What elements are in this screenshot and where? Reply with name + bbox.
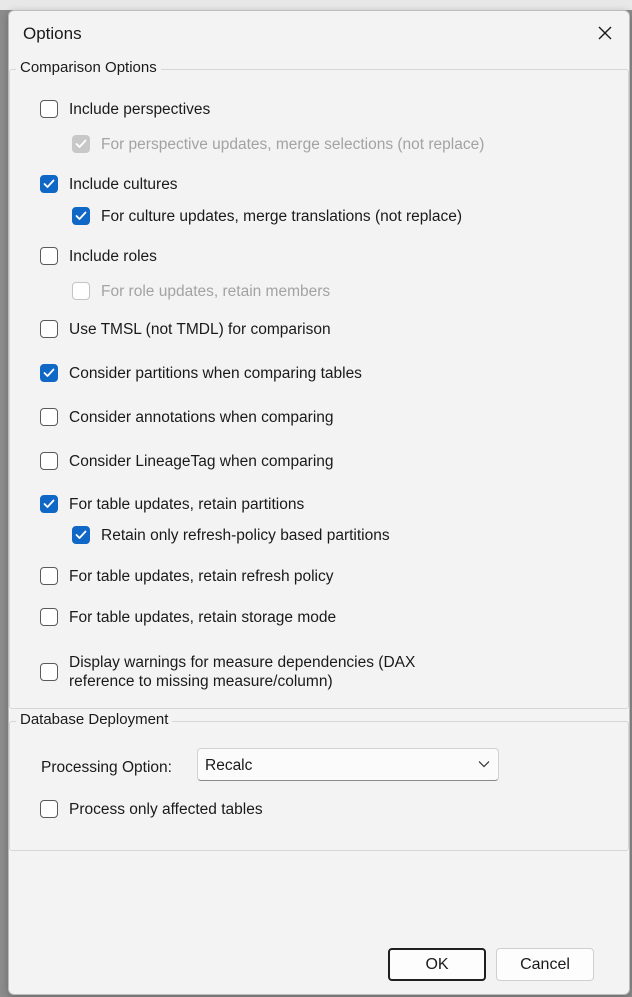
role-retain-members-checkbox: For role updates, retain members <box>72 282 330 301</box>
comparison-options-label: Comparison Options <box>16 59 161 76</box>
checkbox-box[interactable] <box>40 452 58 470</box>
include-cultures-checkbox[interactable]: Include cultures <box>40 175 178 194</box>
retain-refresh-policy-checkbox[interactable]: For table updates, retain refresh policy <box>40 567 334 586</box>
close-icon <box>598 26 612 40</box>
culture-merge-translations-checkbox[interactable]: For culture updates, merge translations … <box>72 207 462 226</box>
checkbox-box[interactable] <box>72 526 90 544</box>
checkbox-box[interactable] <box>40 408 58 426</box>
retain-refresh-policy-partitions-label: Retain only refresh-policy based partiti… <box>101 527 390 544</box>
checkbox-box <box>72 282 90 300</box>
checkbox-box[interactable] <box>40 567 58 585</box>
retain-partitions-label: For table updates, retain partitions <box>69 496 305 513</box>
dialog-title: Options <box>23 24 82 43</box>
consider-partitions-checkbox[interactable]: Consider partitions when comparing table… <box>40 364 362 383</box>
checkbox-box <box>72 135 90 153</box>
checkbox-box[interactable] <box>40 175 58 193</box>
checkmark-icon <box>75 530 87 539</box>
checkmark-icon <box>75 139 87 148</box>
include-cultures-label: Include cultures <box>69 176 178 193</box>
checkmark-icon <box>43 179 55 188</box>
checkbox-box[interactable] <box>72 207 90 225</box>
retain-refresh-policy-partitions-checkbox[interactable]: Retain only refresh-policy based partiti… <box>72 526 390 545</box>
consider-annotations-checkbox[interactable]: Consider annotations when comparing <box>40 408 334 427</box>
processing-option-label: Processing Option: <box>41 759 172 776</box>
checkbox-box[interactable] <box>40 608 58 626</box>
processing-option-select[interactable]: Recalc <box>197 748 499 781</box>
checkbox-box[interactable] <box>40 320 58 338</box>
consider-annotations-label: Consider annotations when comparing <box>69 409 334 426</box>
perspective-merge-selections-checkbox: For perspective updates, merge selection… <box>72 135 484 154</box>
consider-lineagetag-checkbox[interactable]: Consider LineageTag when comparing <box>40 452 334 471</box>
title-bar: Options <box>9 11 629 55</box>
retain-refresh-policy-label: For table updates, retain refresh policy <box>69 568 334 585</box>
include-roles-label: Include roles <box>69 248 157 265</box>
display-measure-warnings-label: Display warnings for measure dependencie… <box>69 654 416 690</box>
consider-lineagetag-label: Consider LineageTag when comparing <box>69 453 334 470</box>
checkbox-box[interactable] <box>40 364 58 382</box>
background-window <box>0 0 632 10</box>
checkbox-box[interactable] <box>40 663 58 681</box>
database-deployment-label: Database Deployment <box>16 711 173 728</box>
process-affected-tables-label: Process only affected tables <box>69 801 263 818</box>
chevron-down-icon <box>478 761 490 768</box>
checkbox-box[interactable] <box>40 100 58 118</box>
process-affected-tables-checkbox[interactable]: Process only affected tables <box>40 800 263 819</box>
use-tmsl-label: Use TMSL (not TMDL) for comparison <box>69 321 331 338</box>
include-perspectives-checkbox[interactable]: Include perspectives <box>40 100 210 119</box>
checkmark-icon <box>43 499 55 508</box>
checkmark-icon <box>75 211 87 220</box>
retain-partitions-checkbox[interactable]: For table updates, retain partitions <box>40 495 304 514</box>
role-retain-members-label: For role updates, retain members <box>101 283 331 300</box>
checkmark-icon <box>43 368 55 377</box>
cancel-button[interactable]: Cancel <box>496 948 594 981</box>
perspective-merge-selections-label: For perspective updates, merge selection… <box>101 136 485 153</box>
display-measure-warnings-checkbox[interactable]: Display warnings for measure dependencie… <box>40 653 415 691</box>
retain-storage-mode-checkbox[interactable]: For table updates, retain storage mode <box>40 608 336 627</box>
checkbox-box[interactable] <box>40 495 58 513</box>
checkbox-box[interactable] <box>40 247 58 265</box>
processing-option-value: Recalc <box>205 757 253 774</box>
retain-storage-mode-label: For table updates, retain storage mode <box>69 609 337 626</box>
checkbox-box[interactable] <box>40 800 58 818</box>
include-perspectives-label: Include perspectives <box>69 101 211 118</box>
use-tmsl-checkbox[interactable]: Use TMSL (not TMDL) for comparison <box>40 320 331 339</box>
close-button[interactable] <box>591 19 619 47</box>
include-roles-checkbox[interactable]: Include roles <box>40 247 157 266</box>
options-dialog: Options Comparison Options Database Depl… <box>8 10 630 995</box>
database-deployment-group: Database Deployment <box>9 711 629 851</box>
culture-merge-translations-label: For culture updates, merge translations … <box>101 208 462 225</box>
consider-partitions-label: Consider partitions when comparing table… <box>69 365 362 382</box>
ok-button[interactable]: OK <box>388 948 486 981</box>
